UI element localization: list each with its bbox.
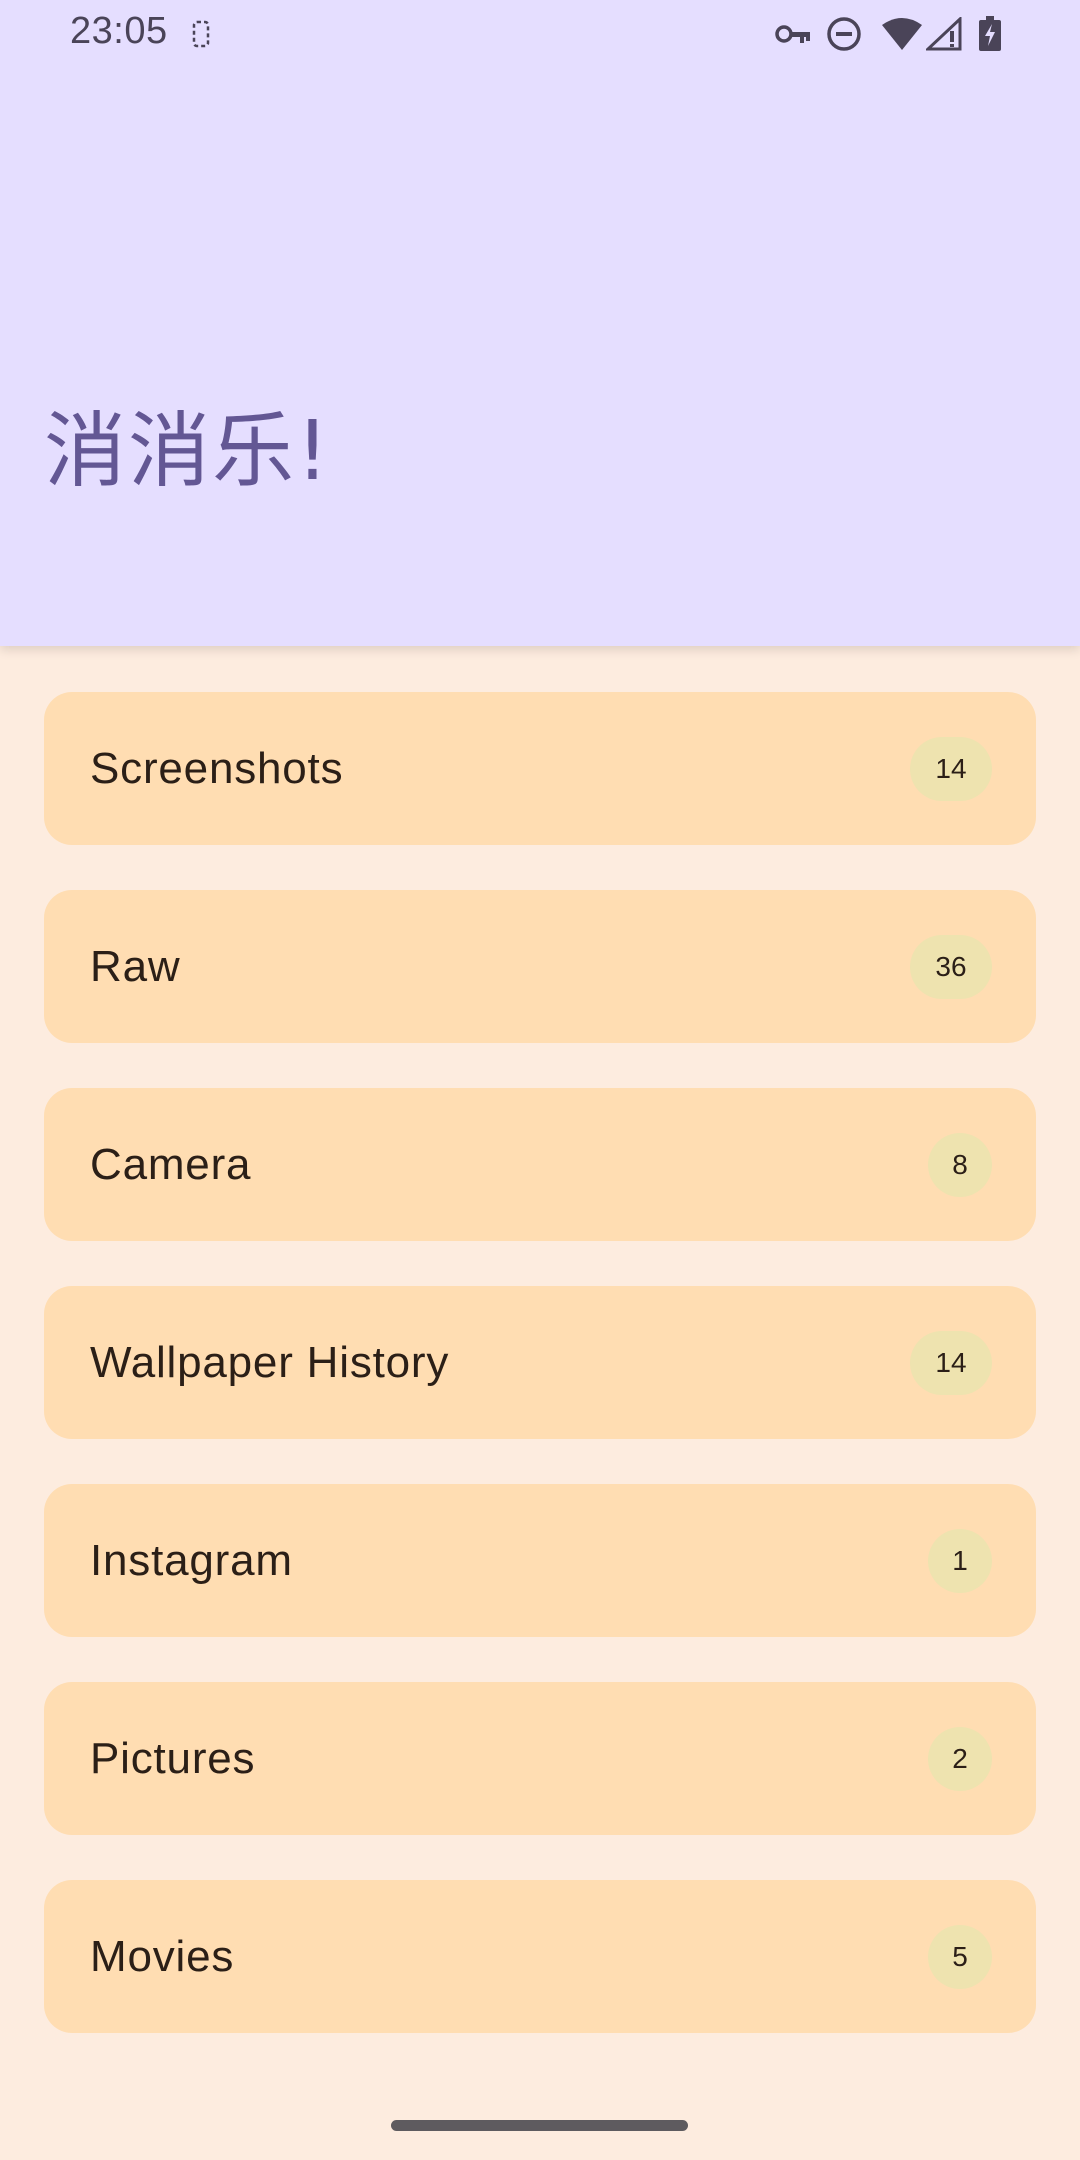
album-count-badge: 2 <box>928 1726 992 1791</box>
wifi-icon <box>880 14 924 54</box>
cellular-signal-icon <box>926 14 962 54</box>
do-not-disturb-icon <box>826 14 862 54</box>
album-name: Movies <box>90 1931 235 1981</box>
status-time: 23:05 <box>70 10 168 52</box>
album-card-screenshots[interactable]: Screenshots 14 <box>44 692 1036 845</box>
album-name: Pictures <box>90 1733 256 1783</box>
album-count-badge: 1 <box>928 1528 992 1593</box>
battery-charging-icon <box>978 14 1002 54</box>
album-count-badge: 14 <box>910 736 992 801</box>
album-card-instagram[interactable]: Instagram 1 <box>44 1484 1036 1637</box>
album-name: Wallpaper History <box>90 1337 450 1387</box>
album-count-badge: 36 <box>910 934 992 999</box>
gesture-nav-handle[interactable] <box>391 2120 688 2131</box>
album-card-pictures[interactable]: Pictures 2 <box>44 1682 1036 1835</box>
album-count-badge: 14 <box>910 1330 992 1395</box>
album-count-badge: 8 <box>928 1132 992 1197</box>
status-bar: 23:05 <box>0 0 1080 66</box>
album-name: Raw <box>90 941 181 991</box>
album-card-camera[interactable]: Camera 8 <box>44 1088 1036 1241</box>
album-name: Instagram <box>90 1535 293 1585</box>
vpn-key-icon <box>774 14 812 54</box>
album-list: Screenshots 14 Raw 36 Camera 8 Wallpaper… <box>44 692 1036 2078</box>
album-card-movies[interactable]: Movies 5 <box>44 1880 1036 2033</box>
album-card-raw[interactable]: Raw 36 <box>44 890 1036 1043</box>
album-name: Camera <box>90 1139 252 1189</box>
album-card-wallpaper-history[interactable]: Wallpaper History 14 <box>44 1286 1036 1439</box>
app-title: 消消乐! <box>44 404 331 499</box>
screen-record-icon <box>192 14 210 54</box>
album-count-badge: 5 <box>928 1924 992 1989</box>
album-name: Screenshots <box>90 743 344 793</box>
app-header: 23:05 消消乐! <box>0 0 1080 646</box>
